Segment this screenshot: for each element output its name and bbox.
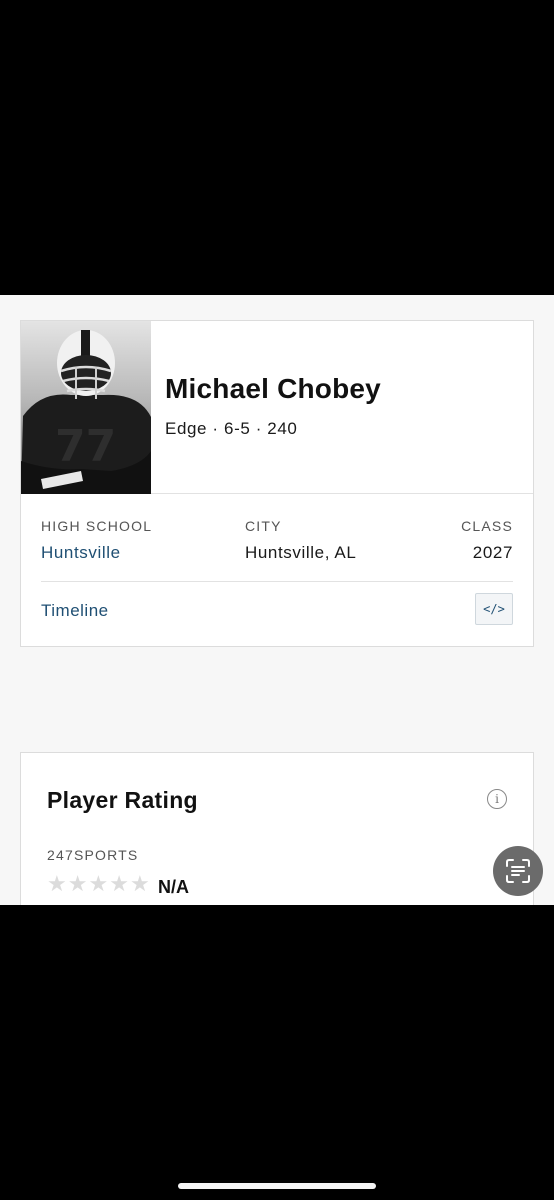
text-scan-button[interactable]: [493, 846, 543, 896]
player-position-size: Edge · 6-5 · 240: [165, 419, 298, 438]
timeline-link[interactable]: Timeline: [41, 601, 109, 621]
card-divider: [41, 581, 513, 582]
high-school-column: HIGH SCHOOL Huntsville: [41, 518, 152, 563]
embed-button[interactable]: </>: [475, 593, 513, 625]
player-rating-card: Player Rating i 247SPORTS ★ ★ ★ ★ ★ N/A: [20, 752, 534, 905]
code-embed-icon: </>: [483, 602, 505, 616]
player-profile-card: 77 Michael Chobey Edge · 6-5 · 240 HIGH …: [20, 320, 534, 647]
player-photo-image: 77: [21, 321, 151, 494]
rating-title: Player Rating: [47, 787, 198, 813]
high-school-label: HIGH SCHOOL: [41, 518, 153, 534]
city-value: Huntsville, AL: [245, 543, 357, 562]
rating-source-label: 247SPORTS: [47, 847, 139, 863]
info-icon[interactable]: i: [487, 789, 507, 809]
home-indicator[interactable]: [178, 1183, 376, 1189]
city-label: CITY: [245, 518, 282, 534]
text-scan-icon: [506, 859, 530, 883]
player-name: Michael Chobey: [165, 373, 381, 404]
profile-header: 77 Michael Chobey Edge · 6-5 · 240: [21, 321, 533, 494]
phone-screen: 77 Michael Chobey Edge · 6-5 · 240 HIGH …: [0, 0, 554, 1200]
class-label: CLASS: [461, 518, 513, 534]
svg-text:77: 77: [55, 421, 116, 472]
page-content: 77 Michael Chobey Edge · 6-5 · 240 HIGH …: [0, 295, 554, 905]
star-icon: ★: [109, 871, 129, 896]
high-school-link[interactable]: Huntsville: [41, 543, 152, 563]
star-rating: ★ ★ ★ ★ ★: [47, 873, 150, 895]
player-details-row: HIGH SCHOOL Huntsville CITY Huntsville, …: [41, 518, 513, 578]
class-value: 2027: [472, 543, 513, 562]
rating-value: N/A: [158, 877, 189, 897]
star-icon: ★: [47, 871, 67, 896]
star-icon: ★: [88, 871, 109, 896]
player-photo: 77: [21, 321, 151, 494]
city-column: CITY Huntsville, AL: [245, 518, 356, 563]
star-icon: ★: [129, 871, 150, 896]
class-column: CLASS 2027: [461, 518, 513, 563]
star-icon: ★: [67, 871, 88, 896]
